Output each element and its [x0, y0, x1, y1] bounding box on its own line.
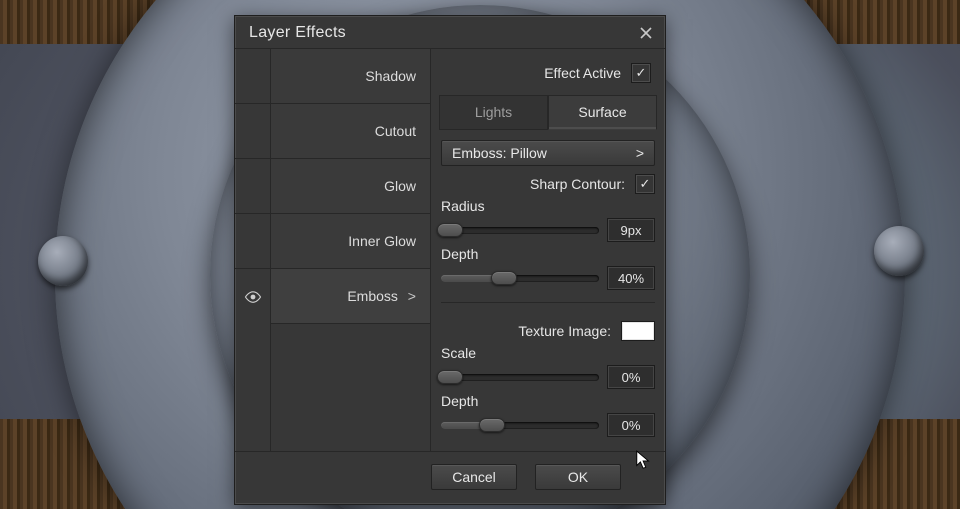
dialog-titlebar[interactable]: Layer Effects	[235, 16, 665, 48]
ok-button[interactable]: OK	[535, 464, 621, 490]
sharp-contour-checkbox[interactable]: ✓	[635, 174, 655, 194]
texture-scale-label: Scale	[441, 345, 655, 361]
texture-depth-label: Depth	[441, 393, 655, 409]
effect-item-shadow[interactable]: Shadow	[271, 49, 430, 104]
dropdown-label: Emboss: Pillow	[452, 145, 547, 161]
effect-item-inner-glow[interactable]: Inner Glow	[271, 214, 430, 269]
chevron-right-icon: >	[636, 145, 644, 161]
slider-thumb[interactable]	[491, 271, 517, 285]
button-label: Cancel	[452, 469, 496, 485]
visibility-cell[interactable]	[235, 269, 270, 324]
artwork-rivet	[874, 226, 924, 276]
texture-image-label: Texture Image:	[518, 323, 611, 339]
effect-active-label: Effect Active	[544, 65, 621, 81]
radius-label: Radius	[441, 198, 655, 214]
effect-active-checkbox[interactable]: ✓	[631, 63, 651, 83]
radius-slider[interactable]	[441, 227, 599, 234]
texture-depth-value[interactable]: 0%	[607, 413, 655, 437]
close-icon[interactable]	[637, 24, 655, 42]
chevron-right-icon: >	[404, 288, 416, 304]
effect-label: Inner Glow	[348, 233, 416, 249]
texture-scale-slider[interactable]	[441, 374, 599, 381]
depth-value[interactable]: 40%	[607, 266, 655, 290]
effect-label: Emboss	[347, 288, 398, 304]
visibility-cell[interactable]	[235, 159, 270, 214]
depth-slider[interactable]	[441, 275, 599, 282]
artwork-rivet	[38, 236, 88, 286]
cancel-button[interactable]: Cancel	[431, 464, 517, 490]
radius-value[interactable]: 9px	[607, 218, 655, 242]
effect-item-cutout[interactable]: Cutout	[271, 104, 430, 159]
texture-scale-value[interactable]: 0%	[607, 365, 655, 389]
eye-icon	[244, 291, 262, 303]
slider-thumb[interactable]	[479, 418, 505, 432]
sharp-contour-label: Sharp Contour:	[530, 176, 625, 192]
depth-label: Depth	[441, 246, 655, 262]
tab-label: Surface	[578, 104, 626, 120]
tab-label: Lights	[475, 104, 512, 120]
dialog-title: Layer Effects	[249, 24, 346, 42]
emboss-type-dropdown[interactable]: Emboss: Pillow >	[441, 140, 655, 166]
tab-lights[interactable]: Lights	[439, 95, 548, 130]
effects-list: Shadow Cutout Glow Inner Glow Emboss >	[235, 49, 430, 451]
visibility-cell[interactable]	[235, 49, 270, 104]
slider-thumb[interactable]	[437, 223, 463, 237]
effect-label: Cutout	[375, 123, 416, 139]
texture-image-swatch[interactable]	[621, 321, 655, 341]
effect-item-emboss[interactable]: Emboss >	[271, 269, 430, 324]
effect-item-glow[interactable]: Glow	[271, 159, 430, 214]
texture-depth-slider[interactable]	[441, 422, 599, 429]
effect-label: Shadow	[365, 68, 416, 84]
effect-label: Glow	[384, 178, 416, 194]
effect-settings-panel: Effect Active ✓ Lights Surface Emboss: P…	[430, 49, 665, 451]
visibility-cell[interactable]	[235, 214, 270, 269]
layer-effects-dialog: Layer Effects Shadow	[234, 15, 666, 505]
slider-thumb[interactable]	[437, 370, 463, 384]
tab-surface[interactable]: Surface	[548, 95, 657, 130]
visibility-cell[interactable]	[235, 104, 270, 159]
button-label: OK	[568, 469, 588, 485]
